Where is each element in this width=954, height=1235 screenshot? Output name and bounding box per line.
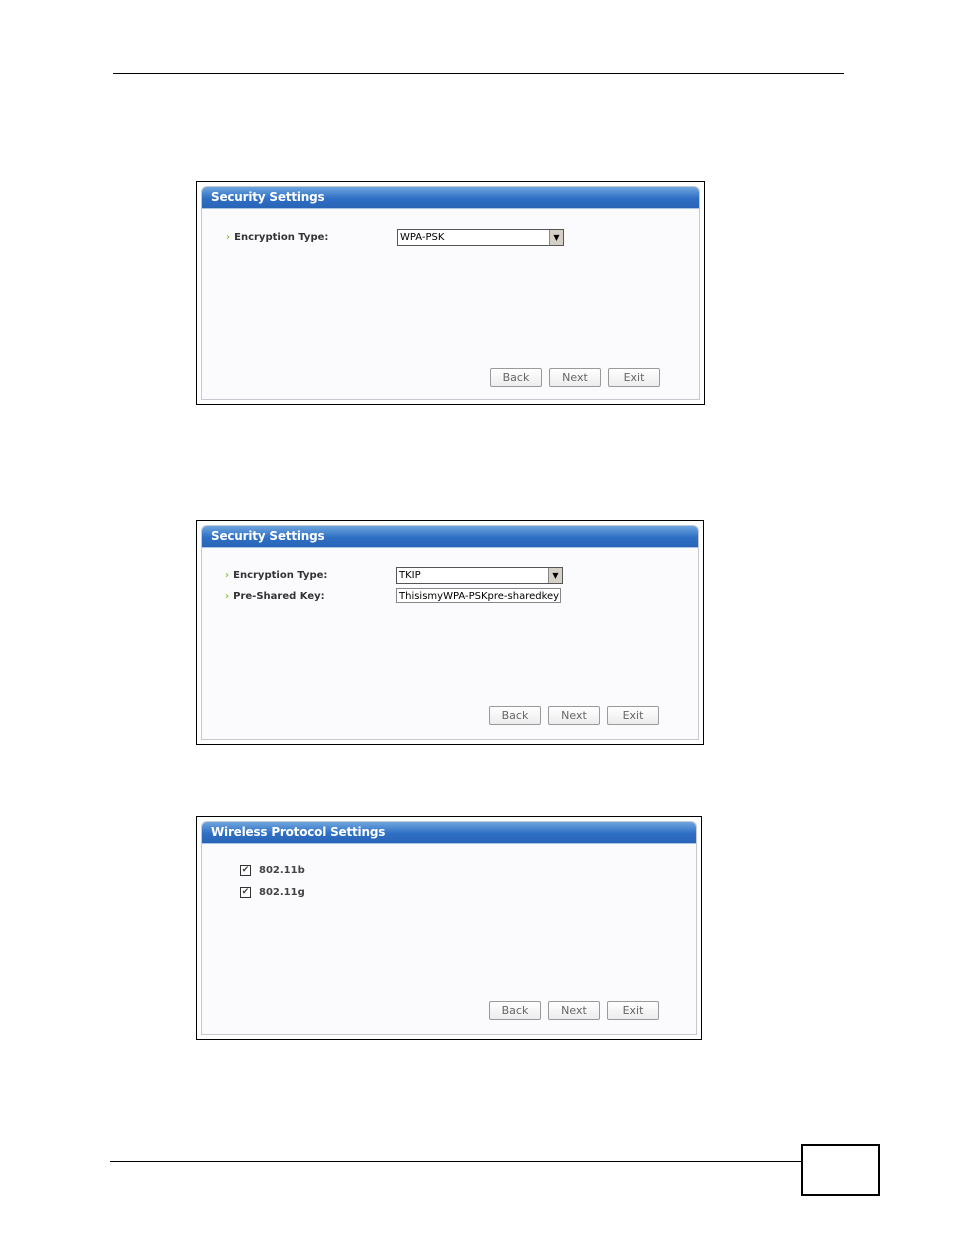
field-pre-shared-key: › Pre-Shared Key:: [225, 591, 325, 602]
checkbox-80211b[interactable]: ✔ 802.11b: [240, 865, 305, 876]
field-label: Encryption Type:: [233, 570, 328, 581]
exit-button[interactable]: Exit: [607, 1001, 659, 1020]
checkbox-checked-icon[interactable]: ✔: [240, 887, 251, 898]
field-label: Encryption Type:: [234, 232, 329, 243]
checkbox-label: 802.11g: [259, 887, 305, 898]
field-encryption-type: › Encryption Type:: [225, 570, 327, 581]
field-encryption-type: › Encryption Type:: [226, 232, 328, 243]
dialog-panel: Wireless Protocol Settings ✔ 802.11b ✔ 8…: [201, 821, 697, 1035]
select-value: TKIP: [399, 570, 421, 581]
encryption-type-select[interactable]: WPA-PSK ▼: [397, 229, 564, 246]
encryption-type-select[interactable]: TKIP ▼: [396, 567, 563, 584]
bullet-icon: ›: [225, 591, 230, 602]
chevron-down-icon[interactable]: ▼: [549, 230, 563, 245]
field-label: Pre-Shared Key:: [233, 591, 325, 602]
checkbox-80211g[interactable]: ✔ 802.11g: [240, 887, 305, 898]
checkbox-label: 802.11b: [259, 865, 305, 876]
next-button[interactable]: Next: [548, 706, 600, 725]
bullet-icon: ›: [225, 570, 230, 581]
checkbox-checked-icon[interactable]: ✔: [240, 865, 251, 876]
pre-shared-key-input[interactable]: ThisismyWPA-PSKpre-sharedkey: [396, 588, 561, 603]
screenshot-security-tkip: Security Settings › Encryption Type: TKI…: [196, 520, 704, 745]
back-button[interactable]: Back: [489, 706, 541, 725]
dialog-title: Wireless Protocol Settings: [202, 822, 696, 844]
footer-rule: [110, 1161, 802, 1162]
dialog-title: Security Settings: [202, 187, 699, 209]
chevron-down-icon[interactable]: ▼: [548, 568, 562, 583]
dialog-panel: Security Settings › Encryption Type: TKI…: [201, 525, 699, 740]
exit-button[interactable]: Exit: [607, 706, 659, 725]
screenshot-security-wpa-psk: Security Settings › Encryption Type: WPA…: [196, 181, 705, 405]
back-button[interactable]: Back: [490, 368, 542, 387]
dialog-title: Security Settings: [202, 526, 698, 548]
next-button[interactable]: Next: [549, 368, 601, 387]
page-number-box: [801, 1144, 880, 1196]
screenshot-wireless-protocol: Wireless Protocol Settings ✔ 802.11b ✔ 8…: [196, 816, 702, 1040]
select-value: WPA-PSK: [400, 232, 445, 243]
bullet-icon: ›: [226, 232, 231, 243]
back-button[interactable]: Back: [489, 1001, 541, 1020]
next-button[interactable]: Next: [548, 1001, 600, 1020]
exit-button[interactable]: Exit: [608, 368, 660, 387]
dialog-panel: Security Settings › Encryption Type: WPA…: [201, 186, 700, 400]
header-rule: [113, 73, 844, 74]
